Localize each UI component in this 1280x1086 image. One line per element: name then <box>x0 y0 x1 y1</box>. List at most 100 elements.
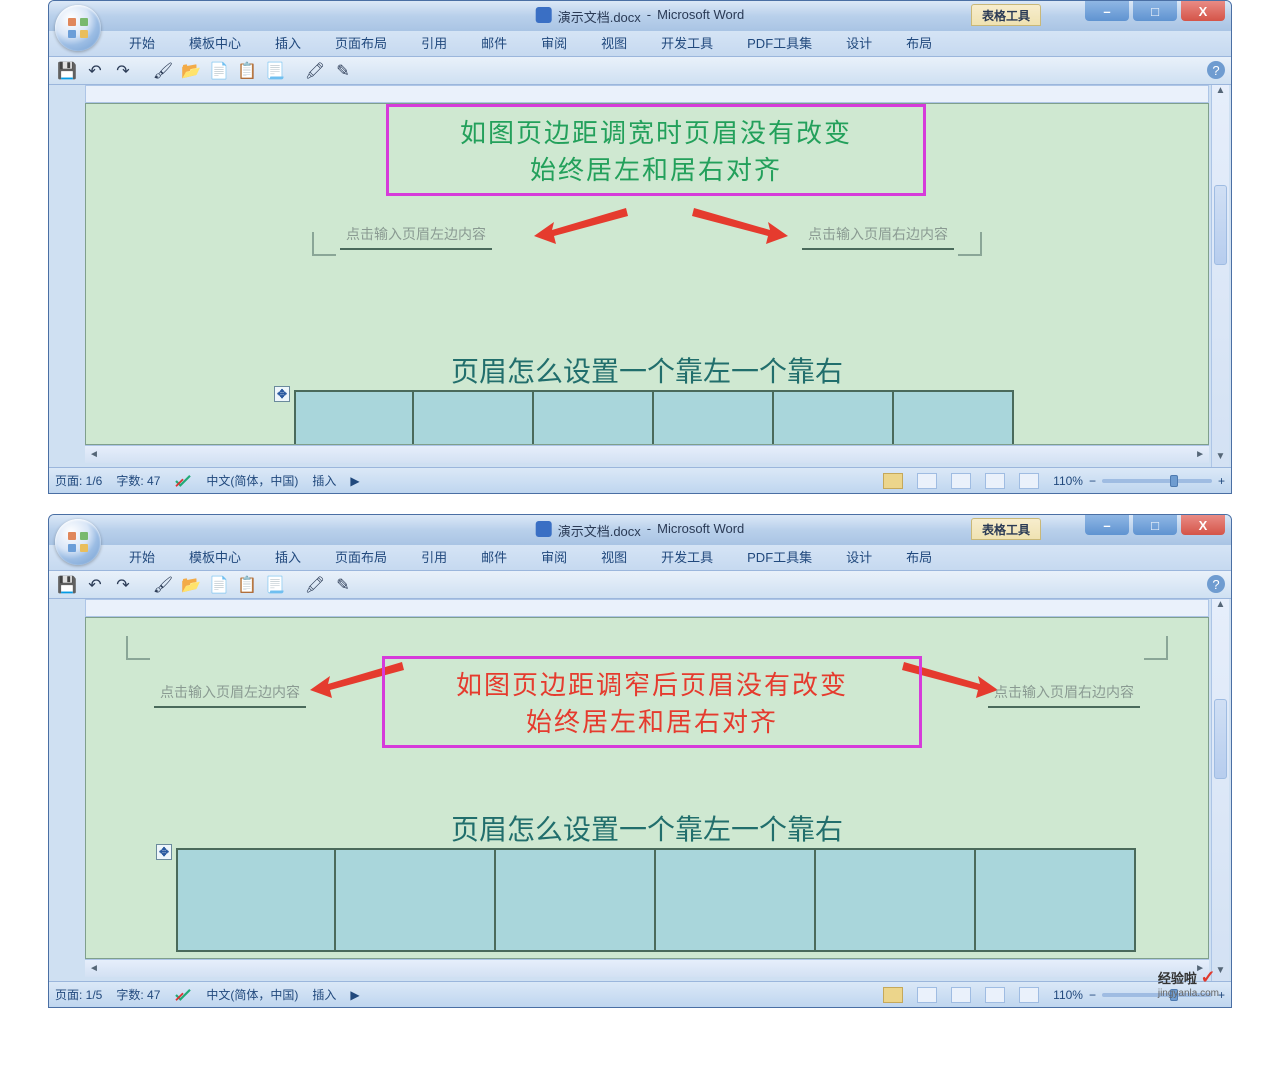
status-insert-mode[interactable]: 插入 <box>312 472 336 489</box>
status-insert-mode[interactable]: 插入 <box>312 986 336 1003</box>
format-painter-icon[interactable]: 🖌 <box>153 575 173 595</box>
tab-mailings[interactable]: 邮件 <box>479 29 509 56</box>
table-cell[interactable] <box>654 390 774 445</box>
table-cell[interactable] <box>774 390 894 445</box>
tab-view[interactable]: 视图 <box>599 543 629 570</box>
status-language[interactable]: 中文(简体，中国) <box>206 472 298 489</box>
view-fullscreen-button[interactable] <box>917 473 937 489</box>
tab-review[interactable]: 审阅 <box>539 543 569 570</box>
zoom-out-button[interactable]: − <box>1089 988 1096 1002</box>
view-web-button[interactable] <box>951 473 971 489</box>
titlebar[interactable]: 演示文档.docx - Microsoft Word 表格工具 – □ X <box>49 1 1231 31</box>
format-painter-icon[interactable]: 🖌 <box>153 61 173 81</box>
pen-icon[interactable]: ✎ <box>333 61 353 81</box>
close-button[interactable]: X <box>1181 1 1225 21</box>
brush-icon[interactable]: 🖍 <box>305 61 325 81</box>
vertical-scrollbar[interactable]: ▲ ▼ <box>1211 599 1229 981</box>
document-page[interactable]: 如图页边距调宽时页眉没有改变 始终居左和居右对齐 点击输入页眉左边内容 点击输入… <box>85 103 1209 445</box>
undo-icon[interactable]: ↶ <box>85 61 105 81</box>
paste-icon[interactable]: 📃 <box>265 575 285 595</box>
maximize-button[interactable]: □ <box>1133 515 1177 535</box>
redo-icon[interactable]: ↷ <box>113 575 133 595</box>
status-macro-icon[interactable]: ▶ <box>350 474 359 488</box>
zoom-value[interactable]: 110% <box>1053 988 1083 1002</box>
redo-icon[interactable]: ↷ <box>113 61 133 81</box>
header-left-placeholder[interactable]: 点击输入页眉左边内容 <box>154 680 306 708</box>
status-language[interactable]: 中文(简体，中国) <box>206 986 298 1003</box>
table-cell[interactable] <box>294 390 414 445</box>
tab-developer[interactable]: 开发工具 <box>659 543 715 570</box>
close-button[interactable]: X <box>1181 515 1225 535</box>
zoom-slider[interactable] <box>1102 479 1212 483</box>
zoom-slider-thumb[interactable] <box>1170 475 1178 487</box>
copy-icon[interactable]: 📋 <box>237 61 257 81</box>
view-draft-button[interactable] <box>1019 473 1039 489</box>
tab-references[interactable]: 引用 <box>419 543 449 570</box>
table-anchor-icon[interactable]: ✥ <box>274 386 290 402</box>
scroll-thumb[interactable] <box>1214 699 1227 779</box>
table-cell[interactable] <box>176 848 336 952</box>
tab-insert[interactable]: 插入 <box>273 543 303 570</box>
vertical-scrollbar[interactable]: ▲ ▼ <box>1211 85 1229 467</box>
horizontal-scrollbar[interactable]: ◄► <box>85 445 1209 463</box>
save-icon[interactable]: 💾 <box>57 575 77 595</box>
tab-pagelayout[interactable]: 页面布局 <box>333 29 389 56</box>
table-cell[interactable] <box>414 390 534 445</box>
document-heading[interactable]: 页眉怎么设置一个靠左一个靠右 <box>86 350 1208 390</box>
table-cell[interactable] <box>534 390 654 445</box>
open-icon[interactable]: 📂 <box>181 61 201 81</box>
view-draft-button[interactable] <box>1019 987 1039 1003</box>
view-printlayout-button[interactable] <box>883 473 903 489</box>
tab-home[interactable]: 开始 <box>127 29 157 56</box>
tab-references[interactable]: 引用 <box>419 29 449 56</box>
tab-view[interactable]: 视图 <box>599 29 629 56</box>
status-wordcount[interactable]: 字数: 47 <box>116 986 160 1003</box>
undo-icon[interactable]: ↶ <box>85 575 105 595</box>
table-cell[interactable] <box>816 848 976 952</box>
table[interactable] <box>176 848 1136 952</box>
help-button[interactable]: ? <box>1207 575 1225 593</box>
document-page[interactable]: 如图页边距调窄后页眉没有改变 始终居左和居右对齐 点击输入页眉左边内容 点击输入… <box>85 617 1209 959</box>
open-icon[interactable]: 📂 <box>181 575 201 595</box>
zoom-value[interactable]: 110% <box>1053 474 1083 488</box>
tab-design[interactable]: 设计 <box>844 543 874 570</box>
tab-developer[interactable]: 开发工具 <box>659 29 715 56</box>
office-button[interactable] <box>55 5 101 51</box>
table-cell[interactable] <box>656 848 816 952</box>
new-icon[interactable]: 📄 <box>209 575 229 595</box>
titlebar[interactable]: 演示文档.docx - Microsoft Word 表格工具 – □ X <box>49 515 1231 545</box>
maximize-button[interactable]: □ <box>1133 1 1177 21</box>
table-cell[interactable] <box>496 848 656 952</box>
view-web-button[interactable] <box>951 987 971 1003</box>
tab-mailings[interactable]: 邮件 <box>479 543 509 570</box>
tab-template[interactable]: 模板中心 <box>187 543 243 570</box>
table[interactable] <box>294 390 1014 445</box>
tab-layout[interactable]: 布局 <box>904 543 934 570</box>
zoom-out-button[interactable]: − <box>1089 474 1096 488</box>
status-proofing[interactable] <box>174 474 192 488</box>
tab-template[interactable]: 模板中心 <box>187 29 243 56</box>
header-right-placeholder[interactable]: 点击输入页眉右边内容 <box>802 222 954 250</box>
scroll-up-icon[interactable]: ▲ <box>1212 599 1229 615</box>
tab-pdf[interactable]: PDF工具集 <box>745 29 814 56</box>
copy-icon[interactable]: 📋 <box>237 575 257 595</box>
zoom-in-button[interactable]: + <box>1218 988 1225 1002</box>
status-proofing[interactable] <box>174 988 192 1002</box>
tab-home[interactable]: 开始 <box>127 543 157 570</box>
table-anchor-icon[interactable]: ✥ <box>156 844 172 860</box>
document-heading[interactable]: 页眉怎么设置一个靠左一个靠右 <box>86 808 1208 848</box>
save-icon[interactable]: 💾 <box>57 61 77 81</box>
table-cell[interactable] <box>336 848 496 952</box>
table-cell[interactable] <box>976 848 1136 952</box>
status-page[interactable]: 页面: 1/5 <box>55 986 102 1003</box>
horizontal-ruler[interactable] <box>85 599 1209 617</box>
minimize-button[interactable]: – <box>1085 515 1129 535</box>
brush-icon[interactable]: 🖍 <box>305 575 325 595</box>
view-outline-button[interactable] <box>985 987 1005 1003</box>
view-fullscreen-button[interactable] <box>917 987 937 1003</box>
header-left-placeholder[interactable]: 点击输入页眉左边内容 <box>340 222 492 250</box>
status-page[interactable]: 页面: 1/6 <box>55 472 102 489</box>
table-cell[interactable] <box>894 390 1014 445</box>
view-outline-button[interactable] <box>985 473 1005 489</box>
horizontal-scrollbar[interactable]: ◄► <box>85 959 1209 977</box>
